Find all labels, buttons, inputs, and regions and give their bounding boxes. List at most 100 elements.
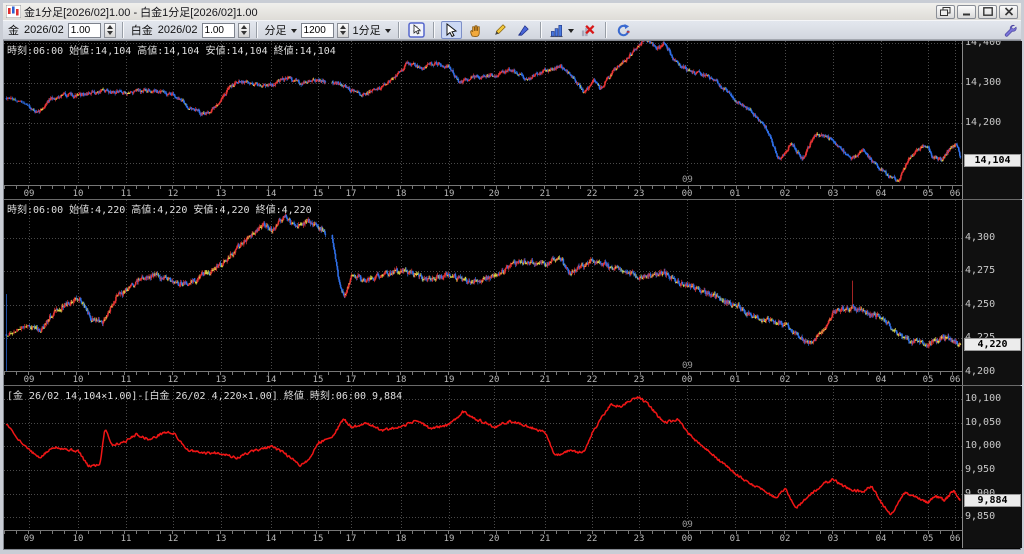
platinum-candlestick-canvas[interactable] (4, 200, 962, 371)
delete-chart-icon (582, 24, 595, 36)
hour-axis-label: 14 (265, 534, 277, 544)
y-axis-label: 10,000 (965, 440, 1002, 452)
platinum-ratio-spinner[interactable] (237, 22, 250, 38)
crosshair-tool-button[interactable] (406, 21, 427, 39)
y-axis-label: 4,300 (965, 231, 996, 243)
gold-symbol-label: 金 (8, 25, 19, 37)
pen-tool-button[interactable] (513, 21, 534, 39)
hour-axis-label: 05 (922, 189, 934, 199)
refresh-icon (617, 23, 630, 36)
y-axis-label: 14,200 (965, 117, 1002, 128)
hour-axis-label: 17 (345, 189, 357, 199)
toolbar-separator (121, 22, 124, 38)
y-axis-label: 10,050 (965, 416, 1002, 428)
hour-axis-label: 01 (729, 534, 741, 544)
hour-axis-label: 10 (72, 534, 84, 544)
platinum-ratio-input[interactable] (201, 22, 235, 38)
hour-axis-label: 00 (681, 375, 693, 385)
hour-axis-label: 11 (120, 189, 132, 199)
bar-count-spinner[interactable] (336, 22, 349, 38)
spread-time-axis: 09 10 11 12 13 14 15 17 18 19 20 21 22 23 00 01 02 03 04 05… (4, 531, 962, 548)
chart-window: 金1分足[2026/02]1.00 - 白金1分足[2026/02]1.00 金… (0, 0, 1024, 554)
bar-type-select[interactable]: 分足 (265, 22, 297, 38)
hand-tool-button[interactable] (465, 21, 486, 39)
close-button[interactable] (999, 4, 1018, 19)
hour-axis-label: 15 (312, 189, 324, 199)
hour-axis-label: 06 (949, 534, 961, 544)
spread-formula-readout: [金 26/02 14,104×1.00]-[白金 26/02 4,220×1.… (7, 391, 403, 402)
hour-axis-label: 13 (215, 375, 227, 385)
maximize-button[interactable] (978, 4, 997, 19)
hour-axis-label: 00 (681, 189, 693, 199)
spread-price-axis: 9,884 10,100 10,050 10,000 9,950 9,900 9,850 (962, 386, 1022, 548)
gold-candlestick-canvas[interactable] (4, 41, 962, 185)
settings-wrench-icon[interactable] (1003, 23, 1017, 43)
hour-axis-label: 17 (345, 375, 357, 385)
hour-axis-label: 23 (633, 189, 645, 199)
platinum-time-axis: 09 10 11 12 13 14 15 17 18 19 20 21 22 23 00 01 02 03 04 05… (4, 372, 962, 385)
hour-axis-label: 17 (345, 534, 357, 544)
hour-axis-label: 23 (633, 375, 645, 385)
hour-axis-label: 06 (949, 189, 961, 199)
gold-plot-area[interactable]: 時刻:06:00 始値:14,104 高値:14,104 安値:14,104 終… (4, 41, 962, 186)
gold-ratio-spinner[interactable] (103, 22, 116, 38)
hour-axis-label: 03 (827, 375, 839, 385)
hour-axis-label: 02 (779, 375, 791, 385)
hour-axis-label: 22 (586, 534, 598, 544)
pencil-tool-button[interactable] (489, 21, 510, 39)
hour-axis-label: 12 (167, 375, 179, 385)
gold-last-price-box: 14,104 (964, 154, 1021, 168)
hour-axis-label: 01 (729, 189, 741, 199)
hour-axis-label: 12 (167, 534, 179, 544)
platinum-last-price-box: 4,220 (964, 338, 1021, 352)
spread-line-canvas[interactable] (4, 386, 962, 530)
toolbar-separator (604, 22, 607, 38)
bar-count-input[interactable] (300, 22, 334, 38)
hour-axis-label: 20 (488, 375, 500, 385)
hour-axis-label: 21 (539, 189, 551, 199)
hour-axis-label: 05 (922, 375, 934, 385)
bar-chart-icon (550, 24, 563, 37)
toolbar-separator (432, 22, 435, 38)
float-window-button[interactable] (936, 4, 955, 19)
gold-ratio-input[interactable] (67, 22, 101, 38)
spread-last-value-box: 9,884 (964, 494, 1021, 508)
pencil-icon (494, 23, 506, 35)
spread-plot-area[interactable]: [金 26/02 14,104×1.00]-[白金 26/02 4,220×1.… (4, 386, 962, 531)
select-tool-button[interactable] (440, 21, 462, 39)
chart-region: 時刻:06:00 始値:14,104 高値:14,104 安値:14,104 終… (3, 40, 1022, 550)
chart-type-button[interactable] (548, 21, 575, 39)
refresh-button[interactable] (613, 21, 634, 39)
hour-axis-label: 04 (875, 375, 887, 385)
hour-axis-label: 21 (539, 375, 551, 385)
y-axis-label: 14,400 (965, 41, 1002, 48)
platinum-ohlc-readout: 時刻:06:00 始値:4,220 高値:4,220 安値:4,220 終値:4… (7, 205, 312, 216)
hour-axis-label: 09 (23, 189, 35, 199)
platinum-plot-area[interactable]: 時刻:06:00 始値:4,220 高値:4,220 安値:4,220 終値:4… (4, 200, 962, 372)
toolbar-separator (255, 22, 258, 38)
platinum-symbol-label: 白金 (130, 25, 153, 37)
hour-axis-label: 01 (729, 375, 741, 385)
toolbar: 金 2026/02 白金 2026/02 分足 1分足 (3, 20, 1021, 40)
hour-axis-label: 18 (395, 534, 407, 544)
candlestick-app-icon (6, 5, 21, 18)
y-axis-label: 4,200 (965, 366, 996, 377)
hour-axis-label: 14 (265, 375, 277, 385)
delete-drawing-button[interactable] (578, 21, 599, 39)
hour-axis-label: 12 (167, 189, 179, 199)
hour-axis-label: 19 (443, 375, 455, 385)
hour-axis-label: 21 (539, 534, 551, 544)
hour-axis-label: 11 (120, 375, 132, 385)
platinum-contract-select[interactable]: 2026/02 (158, 24, 198, 36)
hour-axis-label: 03 (827, 189, 839, 199)
y-axis-label: 9,850 (965, 511, 996, 523)
minimize-button[interactable] (957, 4, 976, 19)
y-axis-label: 14,300 (965, 77, 1002, 88)
hand-pan-icon (470, 24, 480, 37)
gold-contract-select[interactable]: 2026/02 (24, 24, 64, 36)
chevron-down-icon (290, 29, 297, 36)
fountain-pen-icon (517, 24, 529, 36)
hour-axis-label: 15 (312, 375, 324, 385)
bar-period-select[interactable]: 1分足 (353, 22, 391, 38)
hour-axis-label: 04 (875, 189, 887, 199)
